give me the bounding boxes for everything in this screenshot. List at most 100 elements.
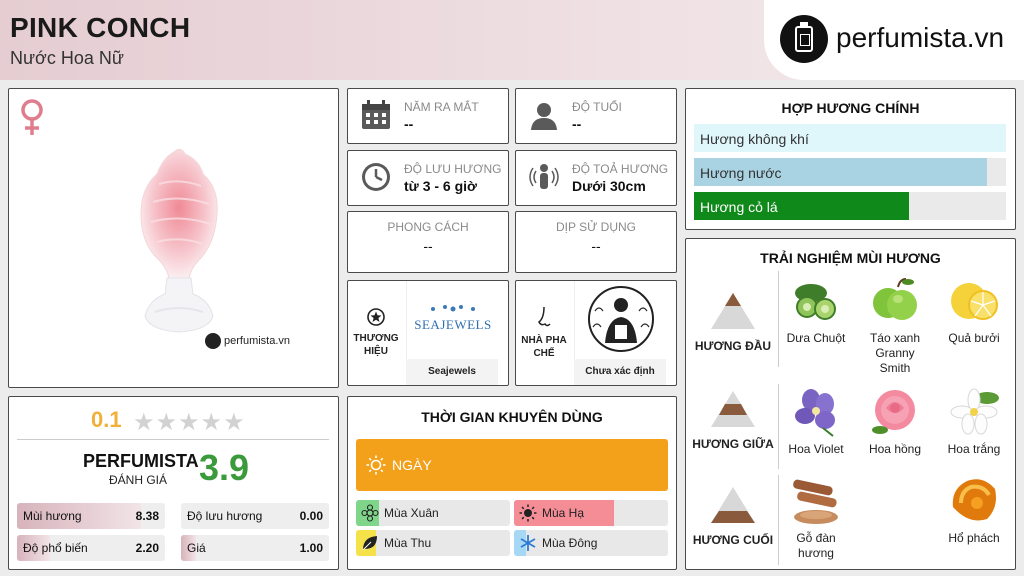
- note-label: Hoa Violet: [788, 442, 844, 456]
- green-apple-image: [868, 273, 922, 327]
- rating-metric: Giá 1.00: [181, 535, 329, 561]
- accord-bar: Hương không khí: [694, 124, 1006, 152]
- sillage-value: Dưới 30cm: [572, 178, 646, 194]
- product-image-card: perfumista.vn: [8, 88, 339, 388]
- brand-card[interactable]: THƯƠNG HIỆU SEAJEWELS Seajewels: [347, 280, 509, 386]
- season-label: Mùa Đông: [542, 536, 598, 550]
- note-item[interactable]: Hổ phách: [938, 473, 1010, 546]
- star-badge-icon: [367, 308, 385, 326]
- age-card: ĐỘ TUỔI --: [515, 88, 677, 144]
- note-label: Hoa hồng: [868, 442, 922, 456]
- season-autumn: Mùa Thu: [356, 530, 510, 556]
- perfumista-rating-title: PERFUMISTA: [83, 451, 199, 471]
- sun-icon: [366, 455, 386, 475]
- leaf-icon: [362, 536, 377, 551]
- style-value: --: [423, 238, 433, 254]
- release-year-label: NĂM RA MẮT: [404, 100, 479, 114]
- note-item[interactable]: Hoa trắng: [938, 384, 1010, 457]
- metric-label: Độ phổ biến: [23, 541, 88, 555]
- star-rating-icon[interactable]: ★★★★★: [133, 408, 246, 437]
- note-item[interactable]: Hoa hồng: [859, 384, 931, 457]
- release-year-value: --: [404, 116, 414, 132]
- style-card: PHONG CÁCH --: [347, 211, 509, 273]
- perfume-bottle-logo-icon: [780, 15, 828, 63]
- middle-notes-label: HƯƠNG GIỮA: [692, 437, 774, 451]
- grapefruit-image: [947, 273, 1001, 327]
- day-bar: NGÀY: [356, 439, 668, 491]
- perfumer-card[interactable]: NHÀ PHA CHẾ Chưa xác định: [515, 280, 677, 386]
- cucumber-image: [789, 273, 843, 327]
- header: PINK CONCH Nước Hoa Nữ perfumista.vn: [0, 0, 1024, 80]
- style-label: PHONG CÁCH: [387, 220, 469, 234]
- perfume-subtitle: Nước Hoa Nữ: [10, 48, 124, 68]
- perfumista-rating-subtitle: ĐÁNH GIÁ: [109, 473, 168, 487]
- rating-metric: Độ phổ biến 2.20: [17, 535, 165, 561]
- watermark-logo-icon: [205, 333, 221, 349]
- pyramid-base-icon: [711, 487, 755, 523]
- perfumer-label: NHÀ PHA CHẾ: [521, 335, 567, 359]
- brand-label: THƯƠNG HIỆU: [353, 333, 399, 357]
- sillage-person-icon: [529, 164, 559, 189]
- nose-icon: [538, 306, 551, 327]
- note-item[interactable]: Hoa Violet: [780, 384, 852, 457]
- note-label: Táo xanh Granny Smith: [869, 331, 921, 375]
- longevity-value: từ 3 - 6 giờ: [404, 178, 477, 194]
- season-summer: Mùa Hạ: [514, 500, 668, 526]
- perfumer-name: Chưa xác định: [574, 359, 666, 385]
- note-item[interactable]: Táo xanh Granny Smith: [859, 273, 931, 376]
- brand-side: THƯƠNG HIỆU: [348, 281, 404, 385]
- season-label: Mùa Thu: [384, 536, 432, 550]
- base-notes-tier: HƯƠNG CUỐI: [686, 485, 780, 547]
- age-value: --: [572, 116, 582, 132]
- perfumer-image: [574, 281, 666, 359]
- top-notes-tier: HƯƠNG ĐẦU: [686, 291, 780, 353]
- rating-metric: Mùi hương 8.38: [17, 503, 165, 529]
- image-watermark: perfumista.vn: [205, 333, 290, 349]
- occasion-value: --: [591, 238, 601, 254]
- site-logo[interactable]: perfumista.vn: [764, 0, 1024, 80]
- flower-icon: [361, 504, 379, 522]
- note-item[interactable]: Dưa Chuột: [780, 273, 852, 346]
- clock-icon: [362, 163, 390, 191]
- metric-value: 0.00: [299, 509, 323, 523]
- rating-card: 0.1 ★★★★★ PERFUMISTA ĐÁNH GIÁ 3.9 Mùi hư…: [8, 396, 339, 570]
- accord-label: Hương nước: [700, 165, 782, 181]
- note-item[interactable]: Gỗ đàn hương: [780, 473, 852, 561]
- metric-label: Độ lưu hương: [187, 509, 263, 523]
- occasion-label: DỊP SỬ DỤNG: [555, 220, 637, 234]
- middle-notes-tier: HƯƠNG GIỮA: [686, 389, 780, 451]
- season-winter: Mùa Đông: [514, 530, 668, 556]
- sillage-card: ĐỘ TOẢ HƯƠNG Dưới 30cm: [515, 150, 677, 206]
- accord-label: Hương không khí: [700, 131, 809, 147]
- brand-logo: SEAJEWELS: [406, 281, 498, 359]
- note-label: Quả bưởi: [948, 331, 1000, 345]
- day-label: NGÀY: [392, 457, 432, 473]
- calendar-icon: [362, 100, 390, 129]
- sillage-label: ĐỘ TOẢ HƯƠNG: [572, 162, 669, 176]
- perfumer-avatar-icon: [588, 286, 654, 352]
- white-flower-image: [947, 384, 1001, 438]
- summer-sun-icon: [519, 504, 537, 522]
- season-spring: Mùa Xuân: [356, 500, 510, 526]
- metric-value: 1.00: [299, 541, 323, 555]
- base-notes-label: HƯƠNG CUỐI: [692, 533, 774, 547]
- scent-notes-card: TRẢI NGHIỆM MÙI HƯƠNG HƯƠNG ĐẦU HƯƠNG GI…: [685, 238, 1016, 570]
- metric-value: 2.20: [135, 541, 159, 555]
- amber-image: [947, 473, 1001, 527]
- note-label: Gỗ đàn hương: [796, 531, 836, 560]
- perfumista-score: 3.9: [199, 447, 250, 488]
- rose-image: [868, 384, 922, 438]
- metric-label: Mùi hương: [23, 509, 82, 523]
- main-accords-card: HỢP HƯƠNG CHÍNH Hương không khí Hương nướ…: [685, 88, 1016, 230]
- pyramid-middle-icon: [711, 391, 755, 427]
- accord-label: Hương cỏ lá: [700, 199, 778, 215]
- logo-text: perfumista.vn: [836, 22, 1005, 53]
- recommended-time-card: THỜI GIAN KHUYÊN DÙNG NGÀY Mùa Xuân Mùa …: [347, 396, 677, 570]
- brand-logo-text: SEAJEWELS: [414, 317, 492, 332]
- main-accords-title: HỢP HƯƠNG CHÍNH: [781, 100, 920, 116]
- brand-name: Seajewels: [406, 359, 498, 385]
- note-item[interactable]: Quả bưởi: [938, 273, 1010, 346]
- perfume-bottle-image: [140, 148, 218, 333]
- rating-metric: Độ lưu hương 0.00: [181, 503, 329, 529]
- note-label: Hổ phách: [948, 531, 1000, 545]
